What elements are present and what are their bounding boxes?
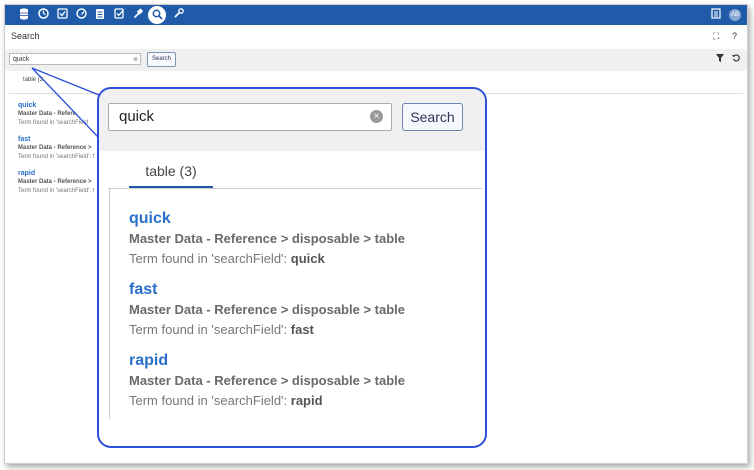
zoom-search-button[interactable]: Search xyxy=(402,103,463,131)
result-found: Term found in 'searchField': rapid xyxy=(129,393,323,408)
result-path: Master Data - Reference > disposable > t… xyxy=(129,231,405,246)
result-path: Master Data - Reference > disposable > t… xyxy=(129,302,405,317)
list-item: rapid Master Data - Reference > disposab… xyxy=(129,351,405,411)
list-item: quick Master Data - Reference > disposab… xyxy=(129,209,405,269)
zoom-search-value: quick xyxy=(119,108,155,125)
result-term-link[interactable]: quick xyxy=(129,209,405,229)
tab-divider xyxy=(108,188,482,189)
zoom-callout: quick × Search table (3) quick Master Da… xyxy=(97,87,487,448)
zoom-search-input[interactable]: quick × xyxy=(108,103,392,131)
list-item: fast Master Data - Reference > disposabl… xyxy=(129,280,405,340)
zoom-search-bar: quick × Search xyxy=(99,89,485,151)
result-path: Master Data - Reference > disposable > t… xyxy=(129,373,405,388)
result-found: Term found in 'searchField': quick xyxy=(129,251,325,266)
result-term-link[interactable]: rapid xyxy=(129,351,405,371)
tab-table[interactable]: table (3) xyxy=(129,163,213,179)
results-border xyxy=(109,189,110,419)
result-found: Term found in 'searchField': fast xyxy=(129,322,314,337)
result-term-link[interactable]: fast xyxy=(129,280,405,300)
clear-icon[interactable]: × xyxy=(370,110,383,123)
